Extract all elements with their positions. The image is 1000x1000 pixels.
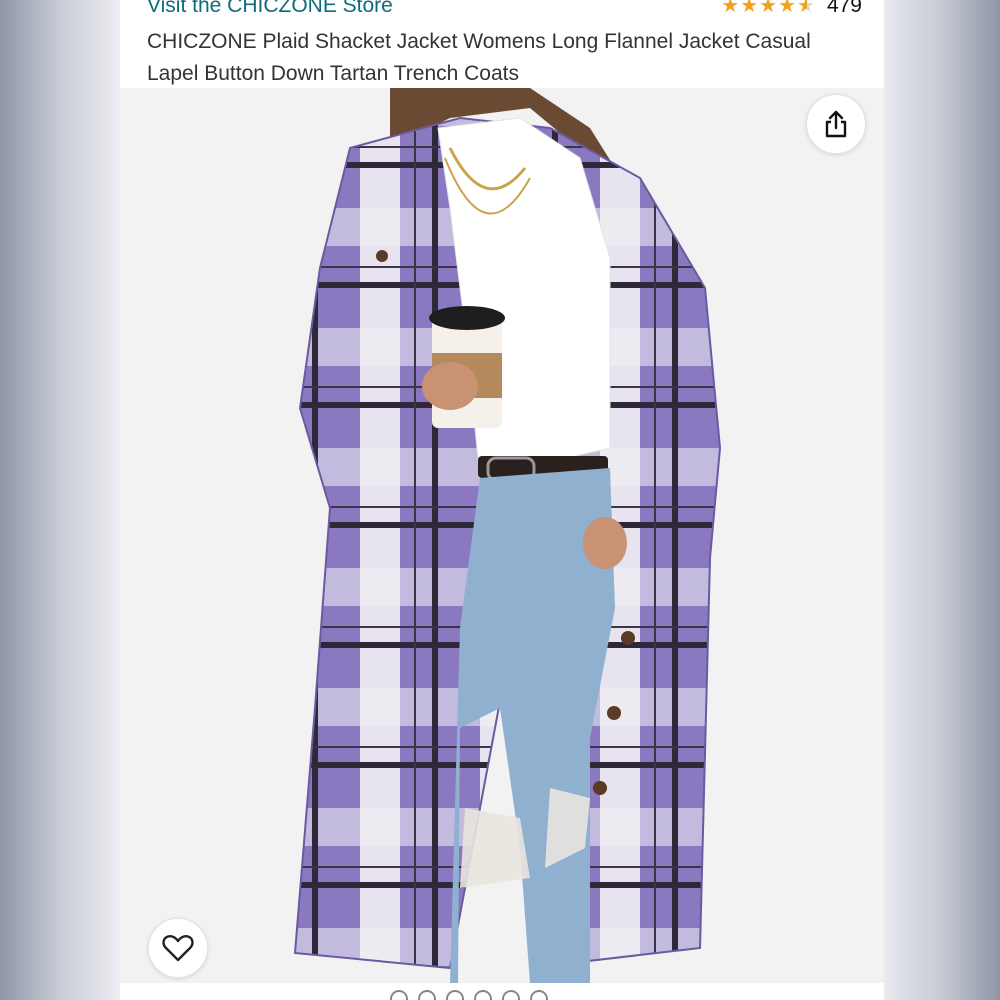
carousel-dot[interactable] bbox=[418, 990, 436, 1000]
product-card: Visit the CHICZONE Store ★ ★ ★ ★ ★ 479 C… bbox=[120, 0, 884, 1000]
rating-summary[interactable]: ★ ★ ★ ★ ★ 479 bbox=[721, 0, 862, 18]
star-icon: ★ bbox=[721, 0, 740, 17]
product-image[interactable] bbox=[120, 88, 884, 983]
share-button[interactable] bbox=[806, 94, 866, 154]
product-photo bbox=[293, 88, 722, 983]
star-rating: ★ ★ ★ ★ ★ bbox=[721, 0, 815, 16]
rating-count: 479 bbox=[826, 0, 862, 17]
carousel-dot[interactable] bbox=[474, 990, 492, 1000]
carousel-dot[interactable] bbox=[502, 990, 520, 1000]
product-title: CHICZONE Plaid Shacket Jacket Womens Lon… bbox=[147, 30, 811, 85]
image-carousel-dots bbox=[390, 990, 548, 1000]
carousel-dot[interactable] bbox=[446, 990, 464, 1000]
heart-icon bbox=[162, 935, 194, 962]
share-icon bbox=[825, 110, 847, 138]
star-icon: ★ bbox=[740, 0, 759, 17]
carousel-dot[interactable] bbox=[530, 990, 548, 1000]
star-icon: ★ bbox=[778, 0, 797, 17]
star-icon: ★ bbox=[759, 0, 778, 17]
store-link[interactable]: Visit the CHICZONE Store bbox=[147, 0, 393, 18]
carousel-dot[interactable] bbox=[390, 990, 408, 1000]
favorite-button[interactable] bbox=[148, 918, 208, 978]
half-star-icon: ★ bbox=[797, 0, 815, 16]
